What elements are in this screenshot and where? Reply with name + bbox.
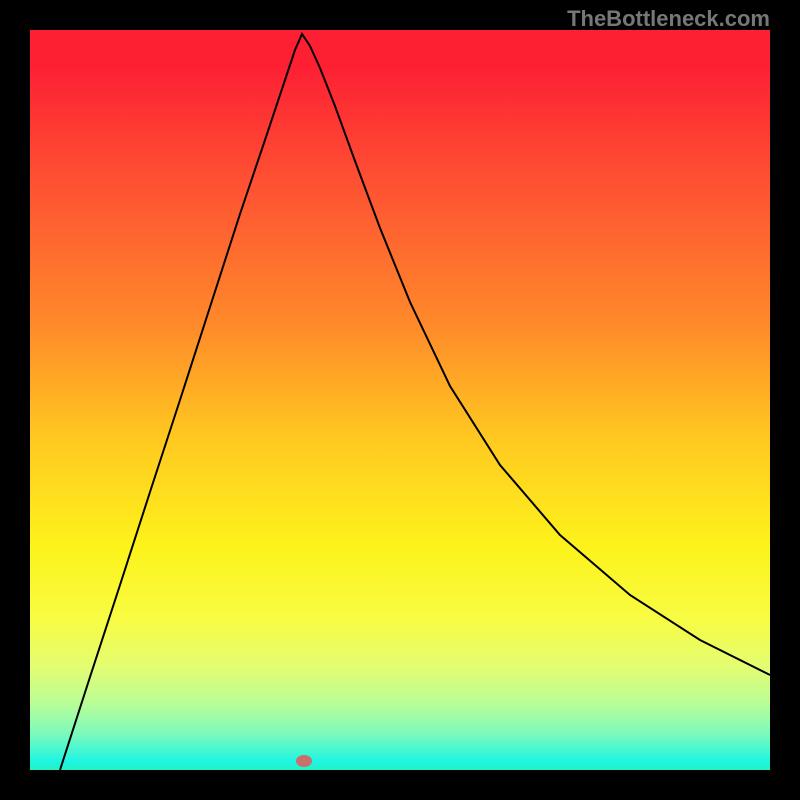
watermark-text: TheBottleneck.com	[567, 6, 770, 32]
bottleneck-curve	[60, 34, 770, 770]
optimal-marker	[296, 755, 312, 767]
plot-area	[30, 30, 770, 770]
chart-container: TheBottleneck.com	[0, 0, 800, 800]
curve-svg	[30, 30, 770, 770]
